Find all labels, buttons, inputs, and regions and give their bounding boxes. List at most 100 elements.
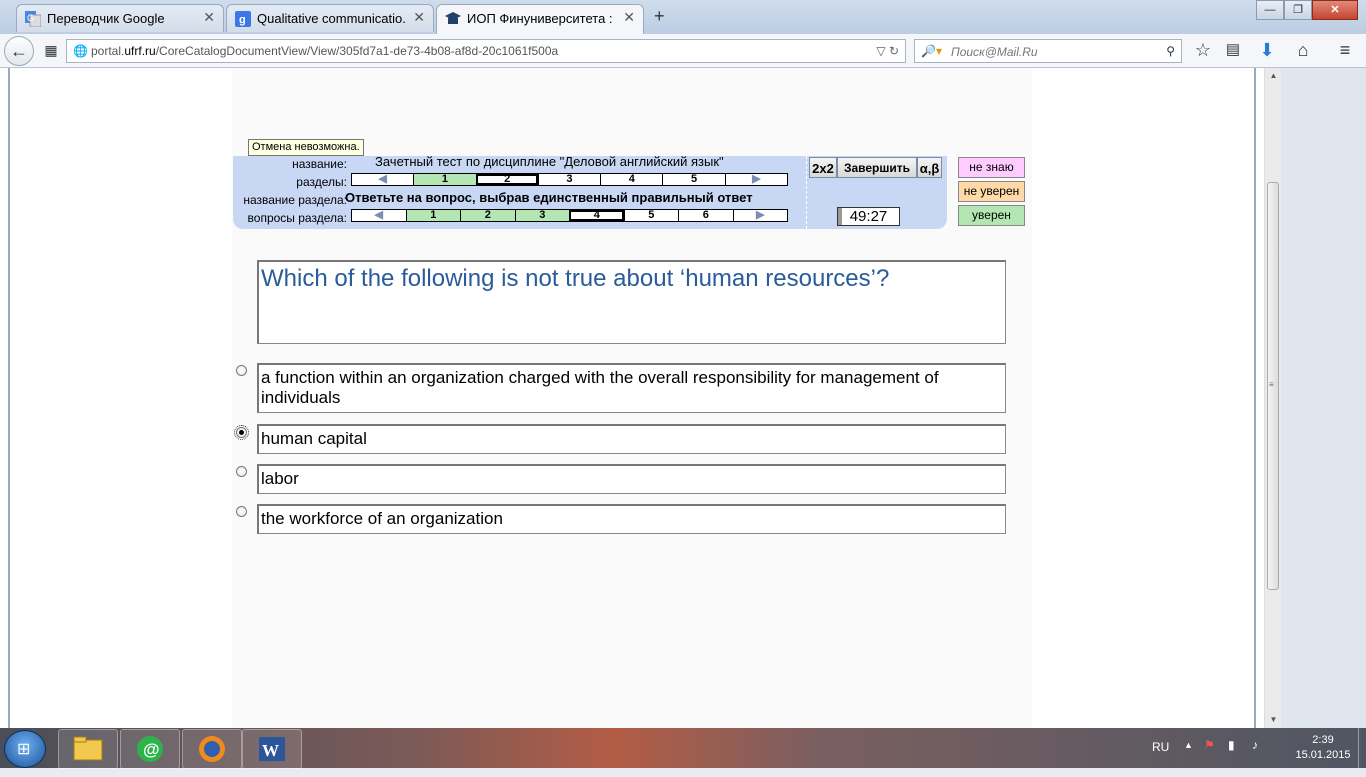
label-section-name: название раздела: [243,193,347,207]
question-cell[interactable]: 4 [569,210,624,221]
language-indicator[interactable]: RU [1152,740,1169,754]
answer-radio-1[interactable] [236,365,247,376]
taskbar: ⊞ @ W RU ▲ ⚑ ▮ ♪ 2:39 15.01.2015 [0,728,1366,769]
close-window-button[interactable]: ✕ [1312,0,1358,20]
svg-text:G: G [27,13,34,23]
word-icon[interactable]: W [242,729,302,769]
volume-icon[interactable]: ♪ [1252,738,1258,752]
question-cell[interactable]: 2 [460,210,515,221]
prev-section-arrow-icon[interactable]: ◀ [352,174,413,185]
clock-time: 2:39 [1312,734,1334,746]
frame-border-left [8,68,10,728]
tab-google-translate[interactable]: G Переводчик Google ✕ [16,4,224,32]
url-domain: ufrf.ru [124,44,156,58]
navigation-bar: ← ▦ 🌐 portal.ufrf.ru/CoreCatalogDocument… [0,34,1366,68]
answer-radio-3[interactable] [236,466,247,477]
question-cell[interactable]: 5 [623,210,679,221]
tab-label: Qualitative communicatio... [257,11,407,26]
url-prefix: portal. [91,44,125,58]
minimize-button[interactable]: — [1256,0,1284,20]
tab-label: Переводчик Google [47,11,165,26]
bookmarks-list-icon[interactable]: ▤ [1220,38,1246,62]
section-cell[interactable]: 2 [475,174,538,185]
close-tab-icon[interactable]: ✕ [203,9,215,26]
label-sections: разделы: [296,175,347,189]
search-bar[interactable]: 🔎▾ ⚲ [914,39,1182,63]
clock[interactable]: 2:39 15.01.2015 [1290,733,1356,763]
search-engine-icon[interactable]: 🔎▾ [921,40,942,62]
finish-button[interactable]: Завершить [837,157,917,178]
symbols-button[interactable]: α,β [917,157,942,178]
windows-logo-icon: ⊞ [17,741,31,758]
answer-radio-4[interactable] [236,506,247,517]
timer: 49:27 [837,207,900,226]
dont-know-button[interactable]: не знаю [958,157,1025,178]
sure-button[interactable]: уверен [958,205,1025,226]
search-icon[interactable]: ⚲ [1166,40,1175,62]
tray-expand-icon[interactable]: ▲ [1184,740,1193,750]
answer-option-4[interactable]: the workforce of an organization [257,504,1006,534]
site-identity-icon: 🌐 [73,44,88,58]
prev-question-arrow-icon[interactable]: ◀ [352,210,406,221]
timer-progress [838,208,842,225]
start-button[interactable]: ⊞ [4,730,46,768]
action-center-icon[interactable]: ⚑ [1204,738,1215,752]
tab-iop-fin-university[interactable]: ИОП Финуниверситета : ... ✕ [436,4,644,34]
tooltip: Отмена невозможна. [248,139,364,156]
show-desktop-button[interactable] [1358,728,1366,768]
timer-value: 49:27 [849,208,888,225]
mail-agent-icon[interactable]: @ [120,729,180,769]
questions-nav: ◀ 1 2 3 4 5 6 ▶ [351,209,788,222]
downloads-icon[interactable]: ⬇ [1254,38,1280,62]
answer-radio-2[interactable] [234,425,249,440]
next-section-arrow-icon[interactable]: ▶ [724,174,787,185]
section-cell[interactable]: 5 [662,174,724,185]
maximize-button[interactable]: ❐ [1284,0,1312,20]
question-cell[interactable]: 6 [678,210,733,221]
scroll-up-icon[interactable]: ▲ [1265,68,1282,84]
google-icon: g [235,11,251,27]
new-tab-button[interactable]: + [654,6,665,27]
svg-text:@: @ [143,740,160,759]
close-tab-icon[interactable]: ✕ [623,9,635,26]
section-cell[interactable]: 4 [600,174,662,185]
not-sure-button[interactable]: не уверен [958,181,1025,202]
back-arrow-icon: ← [10,41,28,61]
firefox-icon[interactable] [182,729,242,769]
answer-option-2[interactable]: human capital [257,424,1006,454]
section-cell[interactable]: 3 [537,174,600,185]
label-name: название: [292,157,347,171]
tab-qualitative[interactable]: g Qualitative communicatio... ✕ [226,4,434,32]
reload-icon[interactable]: ▽ ↻ [876,40,899,62]
question-cell[interactable]: 3 [514,210,569,221]
header-divider [806,156,808,229]
home-icon[interactable]: ⌂ [1290,38,1316,62]
section-cell[interactable]: 1 [413,174,476,185]
svg-text:g: g [239,14,246,26]
search-input[interactable] [949,42,1153,62]
vertical-scrollbar[interactable]: ▲ ≡ ▼ [1264,68,1282,728]
back-button[interactable]: ← [4,36,34,66]
bookmarks-grid-icon[interactable]: ▦ [38,38,64,62]
network-icon[interactable]: ▮ [1228,738,1235,752]
question-cell[interactable]: 1 [405,210,460,221]
answer-option-1[interactable]: a function within an organization charge… [257,363,1006,413]
calculator-button[interactable]: 2x2 [809,157,837,178]
url-path: /CoreCatalogDocumentView/View/305fd7a1-d… [155,44,559,58]
section-name: Ответьте на вопрос, выбрав единственный … [345,190,753,205]
test-title: Зачетный тест по дисциплине "Деловой анг… [375,154,724,169]
clock-date: 15.01.2015 [1295,749,1351,761]
next-question-arrow-icon[interactable]: ▶ [732,210,788,221]
svg-text:W: W [262,741,279,760]
explorer-icon[interactable] [58,729,118,769]
frame-border-right [1254,68,1256,728]
answer-option-3[interactable]: labor [257,464,1006,494]
address-bar[interactable]: 🌐 portal.ufrf.ru/CoreCatalogDocumentView… [66,39,906,63]
question-text: Which of the following is not true about… [257,260,1006,344]
window-controls: — ❐ ✕ [1256,0,1358,20]
tab-label: ИОП Финуниверситета : ... [467,11,617,26]
close-tab-icon[interactable]: ✕ [413,9,425,26]
scroll-down-icon[interactable]: ▼ [1265,712,1282,728]
bookmark-star-icon[interactable]: ☆ [1190,38,1216,62]
menu-icon[interactable]: ≡ [1332,38,1358,62]
